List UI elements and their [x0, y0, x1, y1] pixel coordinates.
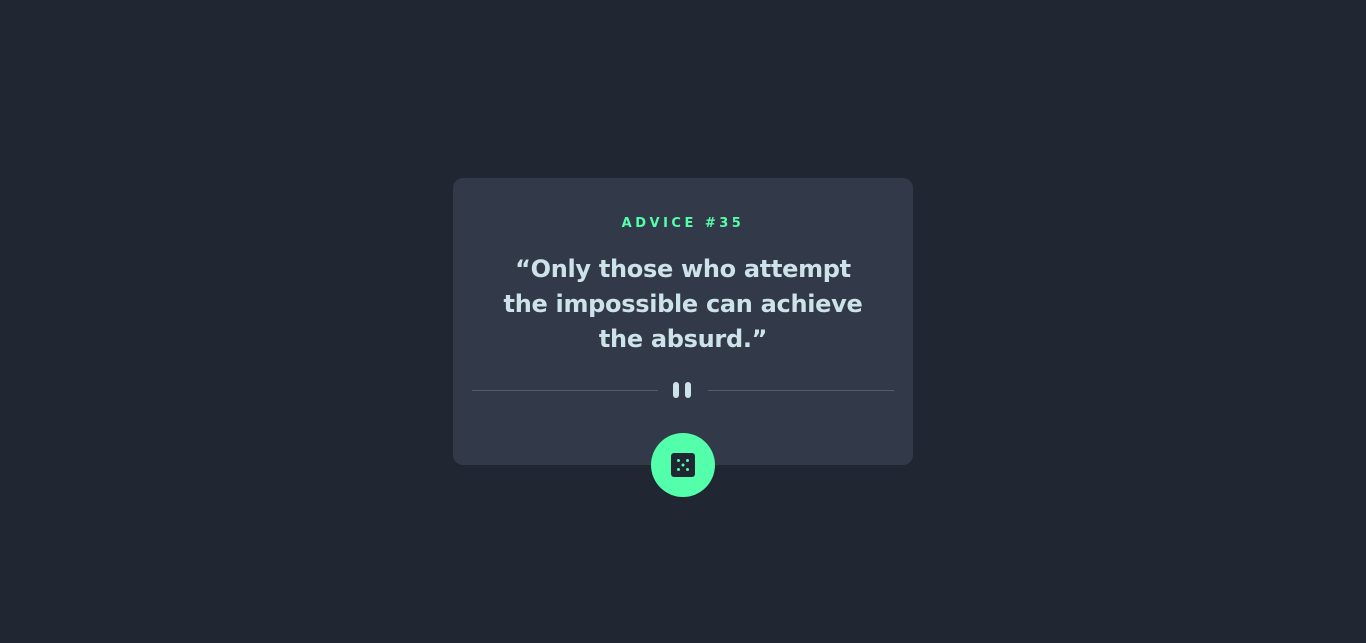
pattern-divider: [472, 380, 894, 400]
new-advice-button[interactable]: [651, 433, 715, 497]
divider-line-left: [472, 390, 658, 391]
advice-quote: “Only those who attempt the impossible c…: [503, 255, 863, 353]
divider-line-right: [708, 390, 894, 391]
advice-card: ADVICE #35 “Only those who attempt the i…: [453, 178, 913, 465]
pause-icon: [673, 382, 693, 398]
advice-id-label: ADVICE #35: [621, 216, 745, 231]
dice-icon: [671, 453, 695, 477]
